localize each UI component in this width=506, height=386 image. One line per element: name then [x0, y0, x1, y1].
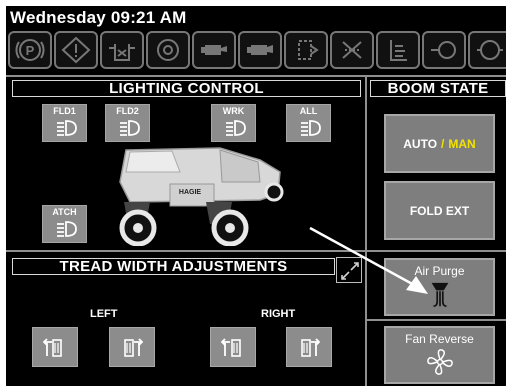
tread-narrow-left-icon	[42, 338, 62, 357]
svg-text:P: P	[26, 43, 35, 58]
sprayer-vehicle-image: HAGIE	[119, 147, 284, 246]
parking-brake-icon: P	[8, 31, 52, 69]
oil-filter-icon	[146, 31, 190, 69]
light-all-button[interactable]: ALL	[286, 104, 331, 142]
light-button-label: WRK	[222, 106, 245, 116]
fan-icon	[426, 349, 453, 375]
left-tread-narrow-button[interactable]	[32, 327, 78, 367]
right-tread-widen-button[interactable]	[286, 327, 332, 367]
warning-diamond-icon	[54, 31, 98, 69]
fluid-level-icon	[100, 31, 144, 69]
display-screen: Wednesday 09:21 AM P LIGHTING CONTROL FL…	[6, 6, 506, 386]
light-fld2-button[interactable]: FLD2	[105, 104, 150, 142]
headlight-icon	[226, 120, 246, 136]
auto-label: AUTO	[403, 136, 438, 151]
tread-narrow-right-icon	[220, 338, 241, 357]
headlight-icon	[120, 120, 140, 136]
hydraulic-warning-icon	[330, 31, 374, 69]
right-tread-narrow-button[interactable]	[210, 327, 256, 367]
light-atch-button[interactable]: ATCH	[42, 205, 87, 243]
engine-service-icon	[468, 31, 506, 69]
left-label: LEFT	[90, 308, 118, 320]
fold-ext-label: FOLD EXT	[409, 203, 470, 218]
tread-width-header: TREAD WIDTH ADJUSTMENTS	[12, 258, 335, 275]
light-button-label: ATCH	[52, 207, 77, 217]
oil-pressure-icon	[192, 31, 236, 69]
light-wrk-button[interactable]: WRK	[211, 104, 256, 142]
lighting-control-header: LIGHTING CONTROL	[12, 80, 361, 97]
top-divider	[6, 75, 506, 77]
boom-state-header: BOOM STATE	[370, 80, 506, 97]
indicator-bar: P	[8, 31, 506, 75]
headlight-icon	[57, 120, 77, 136]
light-button-label: FLD2	[116, 106, 139, 116]
left-tread-widen-button[interactable]	[109, 327, 155, 367]
light-button-label: ALL	[299, 106, 318, 116]
mode-separator: /	[441, 136, 445, 151]
clock-readout: Wednesday 09:21 AM	[10, 8, 187, 27]
auto-man-toggle-button[interactable]: AUTO / MAN	[384, 114, 495, 173]
transmission-icon	[284, 31, 328, 69]
fan-reverse-button[interactable]: Fan Reverse	[384, 326, 495, 384]
engine-temp-icon	[422, 31, 466, 69]
tread-widen-left-icon	[124, 338, 144, 357]
light-fld1-button[interactable]: FLD1	[42, 104, 87, 142]
fan-reverse-label: Fan Reverse	[405, 332, 474, 346]
engine-oil-icon	[238, 31, 282, 69]
light-button-label: FLD1	[53, 106, 76, 116]
fuel-level-icon	[376, 31, 420, 69]
vehicle-logo: HAGIE	[179, 189, 202, 196]
headlight-icon	[301, 120, 321, 136]
tread-widen-right-icon	[301, 338, 321, 357]
pointer-arrow-icon	[309, 226, 428, 294]
man-label: MAN	[448, 136, 476, 151]
right-label: RIGHT	[261, 308, 296, 320]
headlight-icon	[57, 221, 77, 237]
controls-divider	[365, 319, 506, 321]
